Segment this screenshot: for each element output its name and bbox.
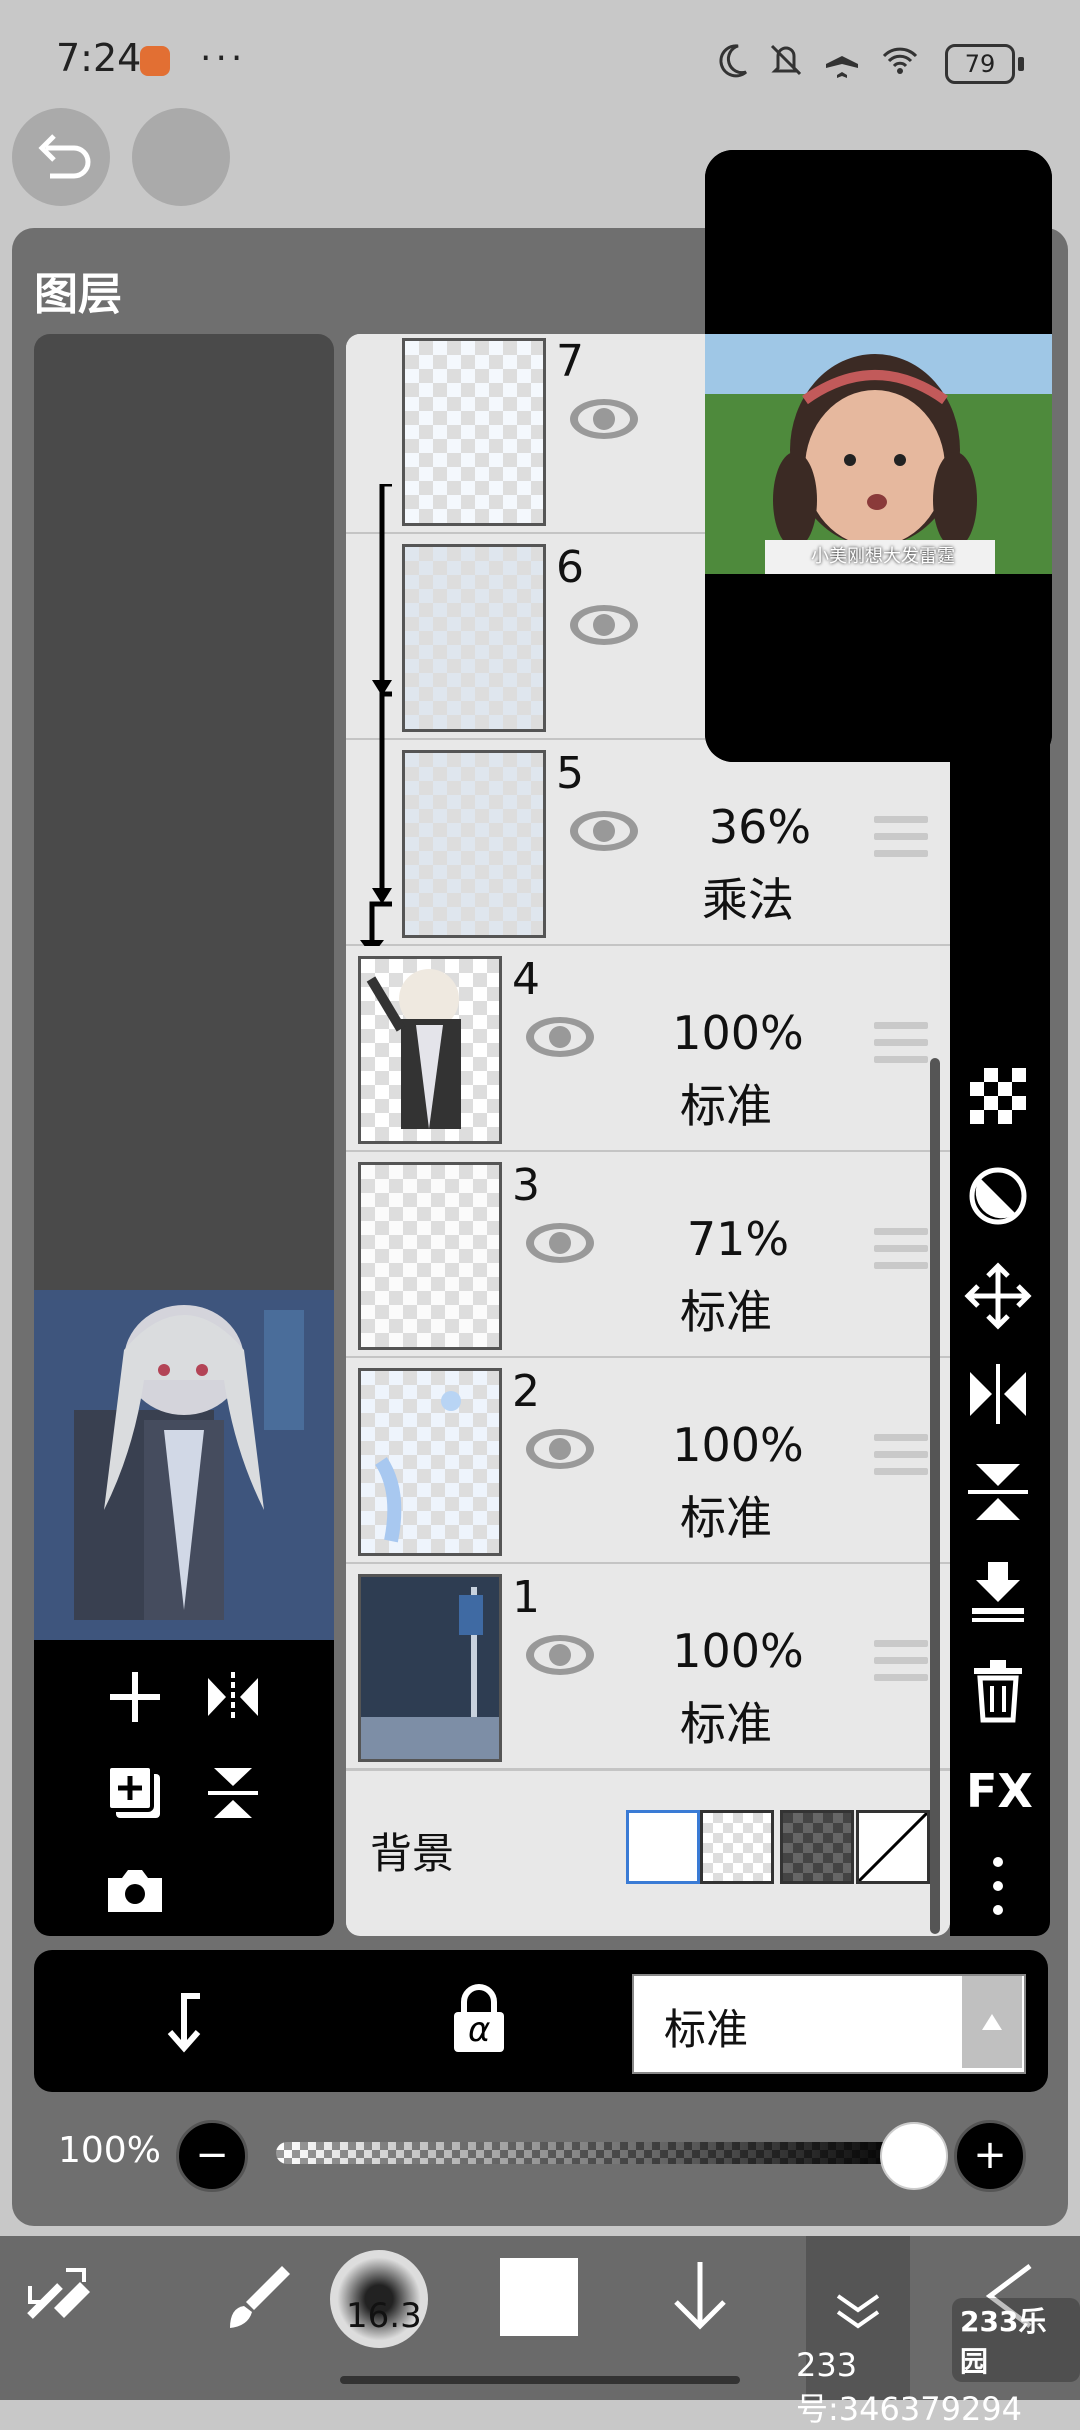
more-vertical-icon[interactable]: [962, 1850, 1034, 1922]
canvas-preview-image[interactable]: [34, 1290, 334, 1640]
layer-thumbnail: [358, 956, 502, 1144]
layer-thumbnail: [358, 1162, 502, 1350]
adjustment-icon[interactable]: [962, 1160, 1034, 1232]
layer-opacity: 71%: [686, 1212, 790, 1266]
drag-handle-icon[interactable]: [874, 1022, 928, 1070]
blend-dropdown-button[interactable]: [962, 1976, 1022, 2068]
drag-handle-icon[interactable]: [874, 1228, 928, 1276]
transparency-lock-icon[interactable]: [962, 1060, 1034, 1132]
opacity-decrease-button[interactable]: −: [176, 2120, 248, 2192]
layer-row-5[interactable]: 5 36% 乘法: [346, 740, 950, 947]
camera-icon[interactable]: [102, 1858, 168, 1924]
visibility-eye-icon[interactable]: [524, 1220, 596, 1266]
airplane-icon: [826, 44, 858, 78]
layer-row-1[interactable]: 1 100% 标准: [346, 1564, 950, 1771]
layer-actions-panel: [34, 1640, 334, 1936]
drag-handle-icon[interactable]: [874, 816, 928, 864]
layer-opacity: 100%: [672, 1418, 804, 1472]
trash-icon[interactable]: [962, 1654, 1034, 1726]
move-icon[interactable]: [962, 1260, 1034, 1332]
home-indicator[interactable]: [340, 2376, 740, 2384]
double-chevron-down-icon: [836, 2294, 880, 2329]
layer-thumbnail: [402, 544, 546, 732]
layer-number: 5: [556, 748, 584, 799]
triangle-up-icon: [982, 2014, 1002, 2030]
status-time: 7:24: [56, 36, 142, 80]
background-label: 背景: [370, 1829, 455, 1878]
wifi-icon: [882, 47, 918, 74]
visibility-eye-icon[interactable]: [568, 808, 640, 854]
layer-number: 6: [556, 542, 584, 593]
layer-blend-mode: 标准: [680, 1079, 772, 1133]
flip-vertical-icon[interactable]: [962, 1456, 1034, 1528]
page-title: 图层: [34, 269, 122, 320]
color-swatch[interactable]: [500, 2258, 578, 2336]
app-notification-icon: [140, 46, 170, 76]
layer-row-2[interactable]: 2 100% 标准: [346, 1358, 950, 1565]
redo-button[interactable]: [132, 108, 230, 206]
layer-opacity: 100%: [672, 1624, 804, 1678]
layer-number: 1: [512, 1572, 540, 1623]
layer-number: 2: [512, 1366, 540, 1417]
flip-horizontal-icon[interactable]: [200, 1664, 266, 1730]
visibility-eye-icon[interactable]: [568, 396, 640, 442]
status-more-icon: ···: [200, 38, 247, 79]
brush-icon[interactable]: [220, 2256, 300, 2336]
background-none-option[interactable]: [856, 1810, 930, 1884]
duplicate-layer-icon[interactable]: [102, 1760, 168, 1826]
background-row: 背景: [346, 1778, 950, 1928]
opacity-label: 100%: [58, 2130, 161, 2171]
moon-icon: [719, 44, 748, 78]
drag-handle-icon[interactable]: [874, 1434, 928, 1482]
tool-switch-icon[interactable]: [20, 2256, 100, 2336]
layer-opacity: 100%: [672, 1006, 804, 1060]
drag-handle-icon[interactable]: [874, 1640, 928, 1688]
list-scrollbar[interactable]: [930, 1058, 940, 1934]
visibility-eye-icon[interactable]: [568, 602, 640, 648]
add-layer-icon[interactable]: [102, 1664, 168, 1730]
alpha-lock-label: α: [468, 2010, 491, 2050]
layer-blend-mode: 标准: [680, 1285, 772, 1339]
layer-blend-mode: 标准: [680, 1491, 772, 1545]
opacity-slider-knob[interactable]: [880, 2122, 948, 2190]
undo-button[interactable]: [12, 108, 110, 206]
watermark-text: 233号:346379294: [796, 2346, 1023, 2428]
merge-down-icon[interactable]: [962, 1554, 1034, 1626]
layer-row-4[interactable]: 4 100% 标准: [346, 946, 950, 1153]
layer-blend-mode: 标准: [680, 1697, 772, 1751]
layer-number: 3: [512, 1160, 540, 1211]
opacity-increase-button[interactable]: +: [954, 2120, 1026, 2192]
layer-thumbnail: [402, 338, 546, 526]
layer-opacity: 36%: [708, 800, 812, 854]
clipping-arrows-icon: [360, 484, 392, 956]
opacity-slider[interactable]: [276, 2142, 916, 2164]
arrow-down-icon[interactable]: [660, 2256, 740, 2336]
visibility-eye-icon[interactable]: [524, 1632, 596, 1678]
layer-thumbnail: [402, 750, 546, 938]
battery-indicator: 79: [945, 44, 1024, 84]
layer-row-3[interactable]: 3 71% 标准: [346, 1152, 950, 1359]
layer-thumbnail: [358, 1368, 502, 1556]
flip-horizontal-icon[interactable]: [962, 1358, 1034, 1430]
clipping-toggle-icon[interactable]: [150, 1986, 216, 2056]
flip-vertical-icon[interactable]: [200, 1760, 266, 1826]
layer-number: 4: [512, 954, 540, 1005]
video-frame: [705, 150, 1052, 762]
mute-icon: [770, 44, 802, 76]
undo-icon: [38, 134, 91, 179]
background-dark-option[interactable]: [780, 1810, 854, 1884]
fx-button[interactable]: FX: [966, 1764, 1033, 1818]
blend-mode-value: 标准: [664, 2005, 749, 2054]
background-white-option[interactable]: [626, 1810, 700, 1884]
visibility-eye-icon[interactable]: [524, 1426, 596, 1472]
visibility-eye-icon[interactable]: [524, 1014, 596, 1060]
background-transparent-option[interactable]: [700, 1810, 774, 1884]
brush-size-value: 16.3: [346, 2296, 422, 2336]
video-caption: 小美刚想大发雷霆: [811, 546, 955, 567]
layer-thumbnail: [358, 1574, 502, 1762]
layer-number: 7: [556, 336, 584, 387]
floating-video-overlay[interactable]: 小美刚想大发雷霆: [705, 150, 1052, 762]
layer-blend-mode: 乘法: [702, 873, 794, 927]
